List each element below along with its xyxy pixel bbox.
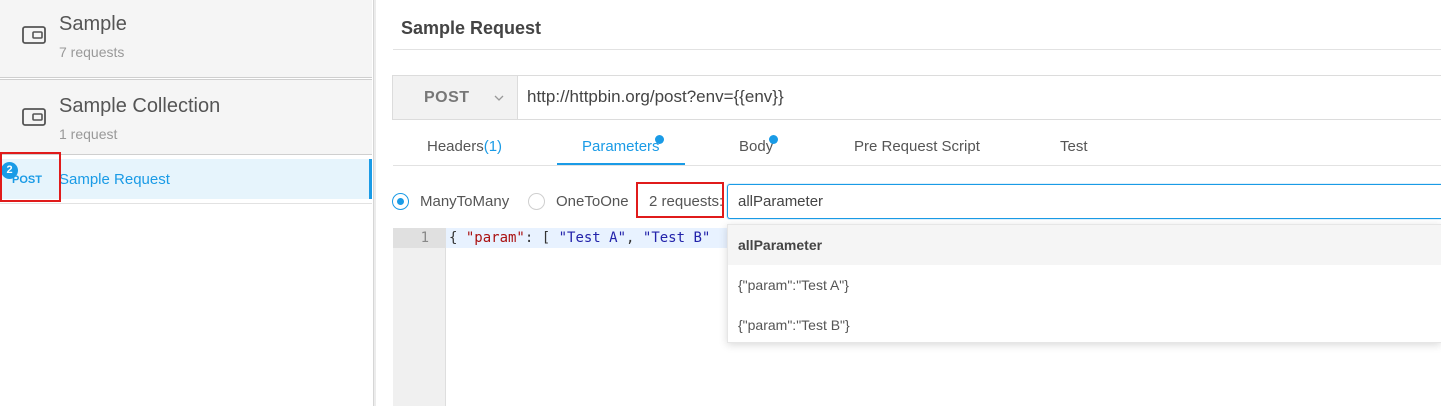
tab-count: (1)	[483, 138, 503, 155]
code-token: ,	[626, 230, 643, 246]
collection-name: Sample	[59, 13, 127, 35]
tab-label: Headers	[427, 138, 484, 155]
radio-many-to-many[interactable]	[392, 193, 409, 210]
dropdown-option[interactable]: {"param":"Test B"}	[728, 305, 1441, 345]
code-token: {	[449, 230, 466, 246]
editor-gutter	[393, 228, 446, 406]
parameter-select[interactable]: allParameter	[727, 184, 1441, 219]
method-label: POST	[424, 89, 470, 106]
code-text[interactable]: { "param": [ "Test A", "Test B"	[449, 230, 710, 246]
highlight-box-request	[0, 152, 61, 202]
radio-label-one-to-one: OneToOne	[556, 193, 629, 210]
url-input[interactable]	[527, 87, 1427, 107]
tab-parameters[interactable]: Parameters	[582, 138, 660, 155]
url-bar: POST	[392, 75, 1441, 120]
folder-card-icon	[22, 26, 46, 44]
divider	[393, 49, 1441, 50]
parameter-dropdown: allParameter {"param":"Test A"} {"param"…	[727, 224, 1441, 343]
dropdown-option[interactable]: allParameter	[728, 225, 1441, 265]
tab-label: Pre Request Script	[854, 138, 980, 155]
active-tab-underline	[557, 163, 685, 165]
chevron-down-icon	[494, 95, 504, 101]
request-name[interactable]: Sample Request	[59, 171, 170, 188]
tab-indicator-dot	[655, 135, 664, 144]
radio-label-many-to-many: ManyToMany	[420, 193, 510, 210]
tab-test[interactable]: Test	[1060, 138, 1088, 155]
page-title: Sample Request	[401, 18, 542, 38]
code-token: "Test A"	[558, 230, 627, 246]
tab-label: Body	[739, 138, 774, 155]
highlight-box-request-count	[636, 182, 724, 218]
code-token: "param"	[465, 230, 525, 246]
dropdown-option[interactable]: {"param":"Test A"}	[728, 265, 1441, 305]
collection-count: 7 requests	[59, 44, 125, 60]
parameter-select-value: allParameter	[738, 193, 824, 210]
sidebar: Sample 7 requests Sample Collection 1 re…	[0, 0, 376, 406]
request-tabs: Headers(1) Parameters Body Pre Request S…	[393, 127, 1441, 166]
collection-sample[interactable]: Sample 7 requests	[0, 0, 372, 78]
collection-count: 1 request	[59, 126, 118, 142]
tab-headers[interactable]: Headers(1)	[427, 138, 502, 155]
tab-label: Test	[1060, 138, 1088, 155]
code-token: : [	[524, 230, 559, 246]
radio-one-to-one[interactable]	[528, 193, 545, 210]
collection-name: Sample Collection	[59, 95, 221, 117]
collection-sample-collection[interactable]: Sample Collection 1 request	[0, 79, 372, 155]
tab-label: Parameters	[582, 138, 660, 155]
method-select[interactable]: POST	[393, 76, 518, 119]
line-number: 1	[420, 230, 429, 246]
tab-indicator-dot	[769, 135, 778, 144]
tab-pre-request-script[interactable]: Pre Request Script	[854, 138, 980, 155]
folder-card-icon	[22, 108, 46, 126]
tab-body[interactable]: Body	[739, 138, 773, 155]
code-token: "Test B"	[642, 230, 711, 246]
